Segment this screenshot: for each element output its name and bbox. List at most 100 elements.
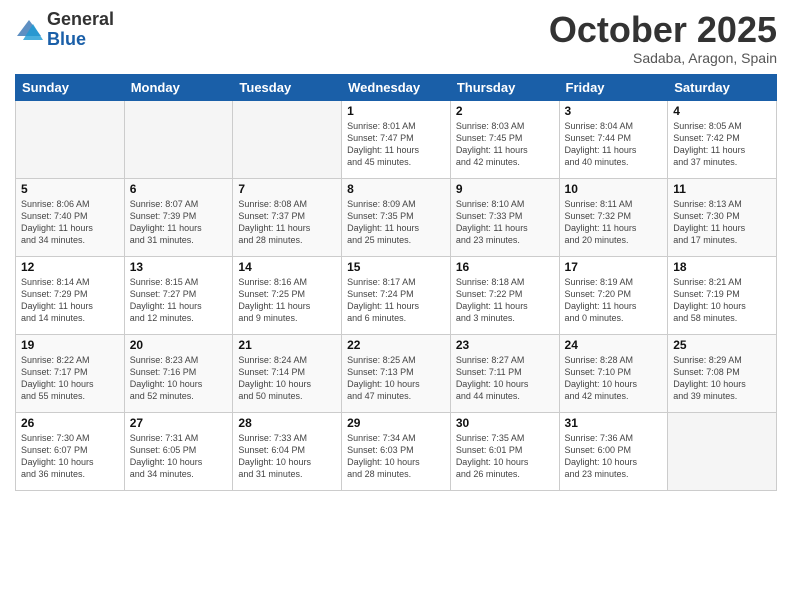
calendar-cell-3-2: 13 Sunrise: 8:15 AM Sunset: 7:27 PM Dayli… (124, 256, 233, 334)
day-info: Sunrise: 8:10 AM Sunset: 7:33 PM Dayligh… (456, 198, 554, 247)
day-info: Sunrise: 8:29 AM Sunset: 7:08 PM Dayligh… (673, 354, 771, 403)
calendar-cell-1-4: 1 Sunrise: 8:01 AM Sunset: 7:47 PM Daylig… (342, 100, 451, 178)
day-info: Sunrise: 8:08 AM Sunset: 7:37 PM Dayligh… (238, 198, 336, 247)
logo-icon (15, 16, 43, 44)
day-number: 6 (130, 182, 228, 196)
day-number: 21 (238, 338, 336, 352)
day-number: 4 (673, 104, 771, 118)
calendar-cell-3-7: 18 Sunrise: 8:21 AM Sunset: 7:19 PM Dayli… (668, 256, 777, 334)
day-number: 29 (347, 416, 445, 430)
calendar-cell-5-5: 30 Sunrise: 7:35 AM Sunset: 6:01 PM Dayli… (450, 412, 559, 490)
day-info: Sunrise: 8:25 AM Sunset: 7:13 PM Dayligh… (347, 354, 445, 403)
logo: General Blue (15, 10, 114, 50)
day-info: Sunrise: 8:14 AM Sunset: 7:29 PM Dayligh… (21, 276, 119, 325)
day-info: Sunrise: 7:30 AM Sunset: 6:07 PM Dayligh… (21, 432, 119, 481)
calendar-cell-3-1: 12 Sunrise: 8:14 AM Sunset: 7:29 PM Dayli… (16, 256, 125, 334)
day-info: Sunrise: 7:35 AM Sunset: 6:01 PM Dayligh… (456, 432, 554, 481)
title-block: October 2025 Sadaba, Aragon, Spain (549, 10, 777, 66)
header-saturday: Saturday (668, 74, 777, 100)
calendar-week-2: 5 Sunrise: 8:06 AM Sunset: 7:40 PM Daylig… (16, 178, 777, 256)
calendar-cell-4-3: 21Sunrise: 8:24 AM Sunset: 7:14 PM Dayli… (233, 334, 342, 412)
day-info: Sunrise: 8:27 AM Sunset: 7:11 PM Dayligh… (456, 354, 554, 403)
logo-general-text: General (47, 10, 114, 30)
calendar-cell-1-3 (233, 100, 342, 178)
day-number: 13 (130, 260, 228, 274)
calendar-cell-1-2 (124, 100, 233, 178)
calendar-cell-2-7: 11Sunrise: 8:13 AM Sunset: 7:30 PM Dayli… (668, 178, 777, 256)
day-number: 18 (673, 260, 771, 274)
day-number: 27 (130, 416, 228, 430)
location: Sadaba, Aragon, Spain (549, 50, 777, 66)
calendar-cell-5-4: 29 Sunrise: 7:34 AM Sunset: 6:03 PM Dayli… (342, 412, 451, 490)
day-info: Sunrise: 8:16 AM Sunset: 7:25 PM Dayligh… (238, 276, 336, 325)
day-number: 26 (21, 416, 119, 430)
day-info: Sunrise: 8:01 AM Sunset: 7:47 PM Dayligh… (347, 120, 445, 169)
day-number: 1 (347, 104, 445, 118)
calendar-week-1: 1 Sunrise: 8:01 AM Sunset: 7:47 PM Daylig… (16, 100, 777, 178)
day-number: 20 (130, 338, 228, 352)
day-number: 12 (21, 260, 119, 274)
day-info: Sunrise: 8:03 AM Sunset: 7:45 PM Dayligh… (456, 120, 554, 169)
month-title: October 2025 (549, 10, 777, 50)
day-number: 15 (347, 260, 445, 274)
calendar-cell-3-6: 17Sunrise: 8:19 AM Sunset: 7:20 PM Dayli… (559, 256, 668, 334)
day-number: 23 (456, 338, 554, 352)
calendar-cell-3-5: 16 Sunrise: 8:18 AM Sunset: 7:22 PM Dayli… (450, 256, 559, 334)
day-number: 24 (565, 338, 663, 352)
calendar-cell-5-7 (668, 412, 777, 490)
calendar-cell-5-2: 27 Sunrise: 7:31 AM Sunset: 6:05 PM Dayli… (124, 412, 233, 490)
day-info: Sunrise: 8:06 AM Sunset: 7:40 PM Dayligh… (21, 198, 119, 247)
day-number: 5 (21, 182, 119, 196)
day-info: Sunrise: 8:19 AM Sunset: 7:20 PM Dayligh… (565, 276, 663, 325)
calendar-cell-1-1 (16, 100, 125, 178)
calendar-cell-1-7: 4 Sunrise: 8:05 AM Sunset: 7:42 PM Daylig… (668, 100, 777, 178)
calendar-cell-5-3: 28 Sunrise: 7:33 AM Sunset: 6:04 PM Dayli… (233, 412, 342, 490)
calendar-week-3: 12 Sunrise: 8:14 AM Sunset: 7:29 PM Dayli… (16, 256, 777, 334)
day-number: 11 (673, 182, 771, 196)
calendar-cell-4-1: 19Sunrise: 8:22 AM Sunset: 7:17 PM Dayli… (16, 334, 125, 412)
day-info: Sunrise: 8:04 AM Sunset: 7:44 PM Dayligh… (565, 120, 663, 169)
calendar-cell-5-1: 26 Sunrise: 7:30 AM Sunset: 6:07 PM Dayli… (16, 412, 125, 490)
day-number: 30 (456, 416, 554, 430)
calendar-cell-1-5: 2Sunrise: 8:03 AM Sunset: 7:45 PM Daylig… (450, 100, 559, 178)
calendar-cell-2-6: 10 Sunrise: 8:11 AM Sunset: 7:32 PM Dayli… (559, 178, 668, 256)
day-info: Sunrise: 7:33 AM Sunset: 6:04 PM Dayligh… (238, 432, 336, 481)
page-container: General Blue October 2025 Sadaba, Aragon… (0, 0, 792, 612)
day-info: Sunrise: 8:07 AM Sunset: 7:39 PM Dayligh… (130, 198, 228, 247)
day-number: 14 (238, 260, 336, 274)
logo-text: General Blue (47, 10, 114, 50)
day-info: Sunrise: 8:15 AM Sunset: 7:27 PM Dayligh… (130, 276, 228, 325)
calendar-cell-3-3: 14 Sunrise: 8:16 AM Sunset: 7:25 PM Dayli… (233, 256, 342, 334)
calendar-cell-3-4: 15Sunrise: 8:17 AM Sunset: 7:24 PM Dayli… (342, 256, 451, 334)
day-info: Sunrise: 8:21 AM Sunset: 7:19 PM Dayligh… (673, 276, 771, 325)
day-info: Sunrise: 7:36 AM Sunset: 6:00 PM Dayligh… (565, 432, 663, 481)
day-info: Sunrise: 8:11 AM Sunset: 7:32 PM Dayligh… (565, 198, 663, 247)
day-number: 22 (347, 338, 445, 352)
calendar-header-row: Sunday Monday Tuesday Wednesday Thursday… (16, 74, 777, 100)
calendar-cell-4-2: 20 Sunrise: 8:23 AM Sunset: 7:16 PM Dayli… (124, 334, 233, 412)
header-tuesday: Tuesday (233, 74, 342, 100)
day-info: Sunrise: 7:34 AM Sunset: 6:03 PM Dayligh… (347, 432, 445, 481)
header: General Blue October 2025 Sadaba, Aragon… (15, 10, 777, 66)
day-number: 28 (238, 416, 336, 430)
calendar-cell-2-1: 5 Sunrise: 8:06 AM Sunset: 7:40 PM Daylig… (16, 178, 125, 256)
calendar-cell-4-7: 25 Sunrise: 8:29 AM Sunset: 7:08 PM Dayli… (668, 334, 777, 412)
day-info: Sunrise: 8:05 AM Sunset: 7:42 PM Dayligh… (673, 120, 771, 169)
day-number: 10 (565, 182, 663, 196)
day-number: 3 (565, 104, 663, 118)
header-friday: Friday (559, 74, 668, 100)
header-wednesday: Wednesday (342, 74, 451, 100)
calendar-cell-2-4: 8Sunrise: 8:09 AM Sunset: 7:35 PM Daylig… (342, 178, 451, 256)
calendar-cell-2-3: 7Sunrise: 8:08 AM Sunset: 7:37 PM Daylig… (233, 178, 342, 256)
header-sunday: Sunday (16, 74, 125, 100)
day-info: Sunrise: 8:09 AM Sunset: 7:35 PM Dayligh… (347, 198, 445, 247)
calendar-cell-4-6: 24Sunrise: 8:28 AM Sunset: 7:10 PM Dayli… (559, 334, 668, 412)
day-number: 25 (673, 338, 771, 352)
calendar-cell-4-4: 22 Sunrise: 8:25 AM Sunset: 7:13 PM Dayli… (342, 334, 451, 412)
calendar-cell-4-5: 23 Sunrise: 8:27 AM Sunset: 7:11 PM Dayli… (450, 334, 559, 412)
logo-blue-text: Blue (47, 30, 114, 50)
day-info: Sunrise: 8:23 AM Sunset: 7:16 PM Dayligh… (130, 354, 228, 403)
day-info: Sunrise: 8:18 AM Sunset: 7:22 PM Dayligh… (456, 276, 554, 325)
day-info: Sunrise: 7:31 AM Sunset: 6:05 PM Dayligh… (130, 432, 228, 481)
day-number: 16 (456, 260, 554, 274)
